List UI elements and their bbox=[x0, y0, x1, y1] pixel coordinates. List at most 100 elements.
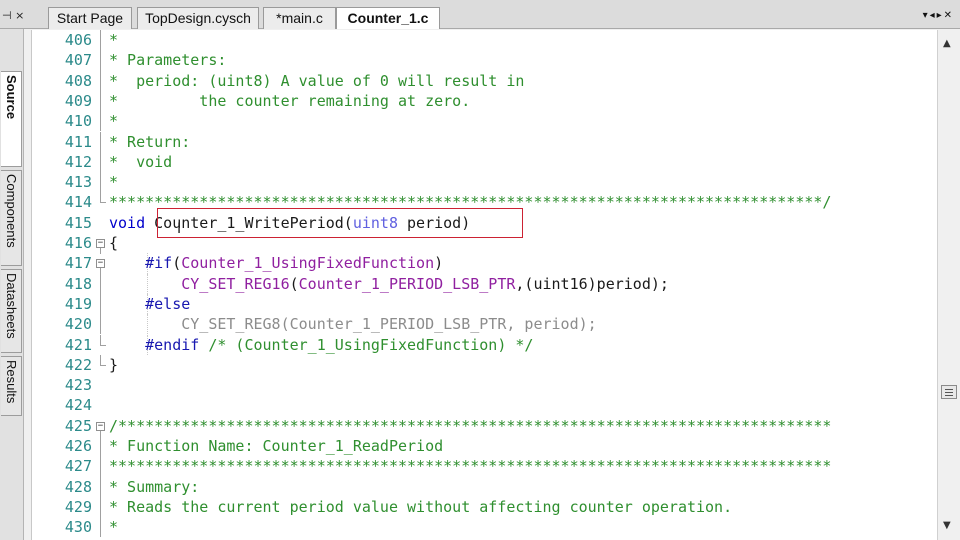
tab-topdesign[interactable]: TopDesign.cysch bbox=[137, 7, 259, 29]
code-line[interactable]: 413 * bbox=[32, 172, 937, 193]
line-number: 426 bbox=[64, 437, 92, 455]
code-token: #else bbox=[145, 294, 191, 313]
code-text: * Return: bbox=[109, 132, 190, 152]
fold-guide bbox=[95, 395, 107, 415]
code-line[interactable]: 422} bbox=[32, 354, 937, 375]
code-text: * bbox=[109, 111, 118, 131]
tab-label: Counter_1.c bbox=[347, 10, 429, 26]
code-line[interactable]: 423 bbox=[32, 375, 937, 395]
code-text: * the counter remaining at zero. bbox=[109, 91, 470, 111]
fold-guide bbox=[95, 30, 107, 51]
code-text: * bbox=[109, 172, 118, 192]
code-line[interactable]: 421 #endif /* (Counter_1_UsingFixedFunct… bbox=[32, 334, 937, 355]
code-line[interactable]: 428 * Summary: bbox=[32, 476, 937, 497]
fold-guide bbox=[95, 314, 107, 335]
fold-guide bbox=[95, 476, 107, 497]
side-tab-datasheets[interactable]: Datasheets bbox=[1, 269, 22, 353]
code-token: ,(uint16)period); bbox=[515, 274, 669, 293]
code-line[interactable]: 411 * Return: bbox=[32, 131, 937, 152]
code-line[interactable]: 425−/***********************************… bbox=[32, 416, 937, 437]
tab-nav-icons[interactable]: ▾◂▸✕ bbox=[923, 10, 954, 21]
code-line[interactable]: 417− #if(Counter_1_UsingFixedFunction) bbox=[32, 253, 937, 275]
fold-toggle-icon[interactable]: − bbox=[95, 416, 107, 437]
pin-icon[interactable]: ⊣ × bbox=[2, 9, 24, 22]
text-cursor-icon: I bbox=[177, 221, 182, 237]
line-number: 407 bbox=[64, 51, 92, 70]
code-line[interactable]: 429 * Reads the current period value with… bbox=[32, 496, 937, 518]
side-tab-label: Results bbox=[4, 360, 19, 404]
code-line[interactable]: 407 * Parameters: bbox=[32, 50, 937, 71]
line-number: 430 bbox=[64, 518, 92, 537]
code-line[interactable]: 424 bbox=[32, 395, 937, 415]
code-text: #else bbox=[109, 294, 190, 314]
code-token: } bbox=[109, 355, 119, 374]
side-tab-components[interactable]: Components bbox=[1, 170, 22, 266]
fold-guide bbox=[95, 90, 107, 112]
line-number: 428 bbox=[64, 477, 92, 496]
line-number: 414 bbox=[64, 193, 92, 212]
code-line[interactable]: 427 *************************************… bbox=[32, 456, 937, 477]
code-text: * Summary: bbox=[109, 477, 199, 497]
code-editor[interactable]: 406 * 407 * Parameters: 408 * period: (uint8)… bbox=[31, 30, 937, 540]
scroll-thumb[interactable] bbox=[941, 385, 957, 399]
fold-guide bbox=[95, 151, 107, 173]
code-token: * period: (uint8) A value of 0 will resu… bbox=[109, 71, 525, 90]
side-tab-source[interactable]: Source bbox=[1, 71, 22, 167]
side-tab-bar: Source Components Datasheets Results bbox=[0, 29, 24, 540]
scroll-down-icon[interactable]: ▼ bbox=[943, 520, 951, 531]
code-text: ****************************************… bbox=[109, 456, 831, 476]
code-line[interactable]: 412 * void bbox=[32, 151, 937, 173]
code-token: * Reads the current period value without… bbox=[109, 497, 733, 516]
vertical-scrollbar[interactable]: ▲ ▼ bbox=[937, 30, 960, 540]
code-token: ( bbox=[289, 274, 299, 293]
line-number: 420 bbox=[64, 315, 92, 334]
code-token: ( bbox=[172, 254, 182, 273]
code-token: * bbox=[109, 112, 119, 131]
line-number: 421 bbox=[64, 335, 92, 354]
fold-guide bbox=[95, 436, 107, 457]
code-line[interactable]: 426 * Function Name: Counter_1_ReadPeriod bbox=[32, 436, 937, 457]
line-number: 418 bbox=[64, 274, 92, 293]
code-line[interactable]: 419 #else bbox=[32, 293, 937, 315]
code-line[interactable]: 410 * bbox=[32, 111, 937, 132]
side-tab-results[interactable]: Results bbox=[1, 356, 22, 416]
code-text: CY_SET_REG8(Counter_1_PERIOD_LSB_PTR, pe… bbox=[109, 314, 597, 334]
code-token: * Function Name: Counter_1_ReadPeriod bbox=[109, 437, 444, 455]
code-text: { bbox=[109, 233, 118, 253]
line-number: 416 bbox=[64, 234, 92, 252]
line-number: 417 bbox=[64, 254, 92, 273]
code-token: * void bbox=[109, 152, 173, 171]
code-token: CY_SET_REG8(Counter_1_PERIOD_LSB_PTR, pe… bbox=[181, 315, 597, 334]
code-text: #if(Counter_1_UsingFixedFunction) bbox=[109, 253, 443, 273]
code-line[interactable]: 418 CY_SET_REG16(Counter_1_PERIOD_LSB_PT… bbox=[32, 273, 937, 294]
fold-guide bbox=[95, 496, 107, 518]
fold-guide bbox=[95, 293, 107, 315]
code-text: #endif /* (Counter_1_UsingFixedFunction)… bbox=[109, 335, 533, 355]
side-tab-label: Components bbox=[4, 174, 19, 248]
tab-main-c[interactable]: *main.c bbox=[263, 7, 336, 29]
code-token: * bbox=[109, 173, 119, 192]
side-tab-label: Datasheets bbox=[4, 273, 19, 339]
fold-toggle-icon[interactable]: − bbox=[95, 233, 107, 254]
code-text: * Function Name: Counter_1_ReadPeriod bbox=[109, 436, 443, 456]
code-line[interactable]: 408 * period: (uint8) A value of 0 will r… bbox=[32, 70, 937, 91]
code-token: #if bbox=[145, 254, 173, 273]
tab-start-page[interactable]: Start Page bbox=[48, 7, 132, 29]
code-token: * Parameters: bbox=[109, 51, 227, 70]
fold-guide bbox=[95, 172, 107, 193]
tab-label: *main.c bbox=[276, 10, 323, 26]
scroll-up-icon[interactable]: ▲ bbox=[943, 38, 951, 49]
code-line[interactable]: 420 CY_SET_REG8(Counter_1_PERIOD_LSB_PTR… bbox=[32, 314, 937, 335]
code-token: * Summary: bbox=[109, 477, 200, 496]
code-line[interactable]: 409 * the counter remaining at zero. bbox=[32, 90, 937, 112]
fold-toggle-icon[interactable]: − bbox=[95, 253, 107, 275]
code-text: /***************************************… bbox=[109, 416, 831, 436]
code-line[interactable]: 406 * bbox=[32, 30, 937, 51]
code-line[interactable]: 430 * bbox=[32, 517, 937, 538]
fold-guide bbox=[95, 131, 107, 152]
code-token: * bbox=[109, 31, 119, 49]
tab-counter-1-c[interactable]: Counter_1.c bbox=[336, 7, 440, 29]
